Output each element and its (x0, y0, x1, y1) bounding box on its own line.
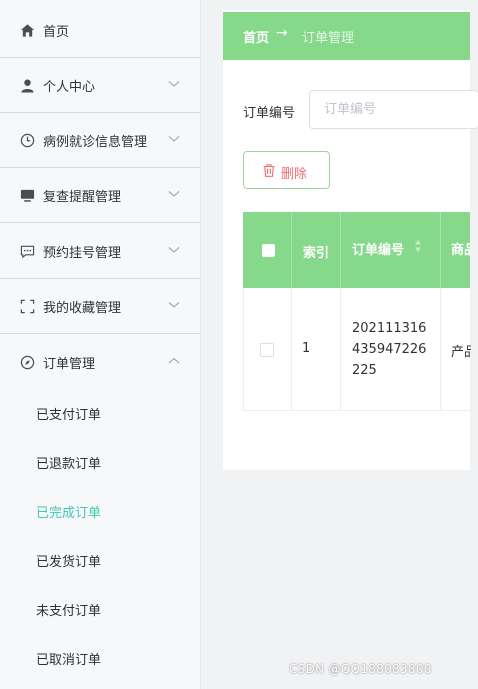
home-icon (20, 24, 35, 37)
sidebar-item-case-visits[interactable]: 病例就诊信息管理 (0, 113, 201, 168)
sidebar-item-label: 首页 (43, 25, 70, 40)
sidebar-item-label: 个人中心 (43, 80, 96, 95)
sidebar-item-appointments[interactable]: 预约挂号管理 (0, 224, 201, 279)
row-select-cell (244, 288, 292, 411)
sidebar-subitem-unpaid-orders[interactable]: 未支付订单 (0, 585, 201, 634)
row-product-cell: 产品 (441, 288, 471, 411)
fullscreen-icon (20, 299, 35, 314)
sidebar-subitem-label: 已取消订单 (36, 653, 102, 668)
sidebar-subitem-refunded-orders[interactable]: 已退款订单 (0, 438, 201, 487)
sidebar: 首页 个人中心 病例就诊信息管理 复查提醒管理 预约挂号管理 我的收藏管理 订单… (0, 0, 201, 689)
sidebar-subitem-label: 已完成订单 (36, 506, 102, 521)
sidebar-item-followup-reminders[interactable]: 复查提醒管理 (0, 168, 201, 223)
sidebar-subitem-shipped-orders[interactable]: 已发货订单 (0, 536, 201, 585)
breadcrumb: 首页 → 订单管理 (223, 12, 470, 60)
header-product-cell: 商品 (441, 212, 470, 288)
row-order-number-cell: 202111316 435947226 225 (341, 288, 441, 411)
order-number-label: 订单编号 (243, 106, 296, 121)
watermark: CSDN @QQ188083800 (289, 662, 432, 676)
header-order-number-label: 订单编号 (352, 243, 405, 258)
header-index-cell: 索引 (292, 212, 341, 288)
user-icon (21, 79, 34, 93)
chevron-down-icon (168, 247, 180, 253)
row-product-value: 产品 (451, 345, 471, 360)
content-bottom-area (223, 470, 470, 689)
sidebar-subitem-label: 已退款订单 (36, 457, 102, 472)
header-order-number-cell[interactable]: 订单编号 (341, 212, 441, 288)
sidebar-subitem-paid-orders[interactable]: 已支付订单 (0, 389, 201, 438)
delete-button[interactable]: 删除 (243, 151, 330, 189)
compass-icon (20, 355, 35, 370)
sidebar-item-home[interactable]: 首页 (0, 3, 201, 58)
breadcrumb-current: 订单管理 (302, 31, 355, 46)
sidebar-item-label: 我的收藏管理 (43, 301, 122, 316)
breadcrumb-home[interactable]: 首页 (243, 27, 269, 46)
chevron-up-icon (168, 357, 180, 364)
delete-button-label: 删除 (281, 166, 308, 181)
order-number-search-input[interactable] (309, 90, 478, 129)
sidebar-subitem-label: 已支付订单 (36, 408, 102, 423)
chevron-down-icon (168, 191, 180, 197)
breadcrumb-separator: → (276, 25, 288, 41)
sidebar-subitem-completed-orders[interactable]: 已完成订单 (0, 487, 201, 536)
monitor-icon (20, 189, 35, 202)
select-all-checkbox[interactable] (262, 244, 275, 257)
sidebar-item-personal-center[interactable]: 个人中心 (0, 58, 201, 113)
sort-icon[interactable] (414, 239, 422, 253)
header-product-label: 商品 (451, 243, 470, 258)
sidebar-subitem-cancelled-orders[interactable]: 已取消订单 (0, 634, 201, 683)
chevron-down-icon (168, 302, 180, 308)
row-index-value: 1 (302, 341, 311, 356)
sidebar-subitem-label: 已发货订单 (36, 555, 102, 570)
order-number-line: 225 (352, 363, 377, 378)
header-index-label: 索引 (303, 246, 330, 261)
header-select-all-cell (243, 212, 292, 288)
row-checkbox[interactable] (260, 343, 274, 357)
clock-icon (20, 133, 35, 148)
orders-table-header: 索引 订单编号 商品 (243, 212, 470, 288)
sidebar-item-favorites[interactable]: 我的收藏管理 (0, 279, 201, 334)
order-number-line: 435947226 (352, 342, 427, 357)
row-index-cell: 1 (292, 288, 341, 411)
sidebar-item-label: 订单管理 (43, 357, 96, 372)
sidebar-subitem-label: 未支付订单 (36, 604, 102, 619)
table-row[interactable]: 1 202111316 435947226 225 产品 (243, 288, 471, 411)
row-order-number-value: 202111316 435947226 225 (352, 318, 426, 381)
chevron-down-icon (168, 136, 180, 142)
chat-icon (20, 245, 35, 259)
trash-icon (263, 164, 275, 177)
sidebar-item-orders[interactable]: 订单管理 (0, 335, 201, 390)
sidebar-item-label: 病例就诊信息管理 (43, 135, 148, 150)
sidebar-item-label: 预约挂号管理 (43, 246, 122, 261)
chevron-down-icon (168, 81, 180, 87)
sidebar-item-label: 复查提醒管理 (43, 190, 122, 205)
order-number-line: 202111316 (352, 321, 427, 336)
